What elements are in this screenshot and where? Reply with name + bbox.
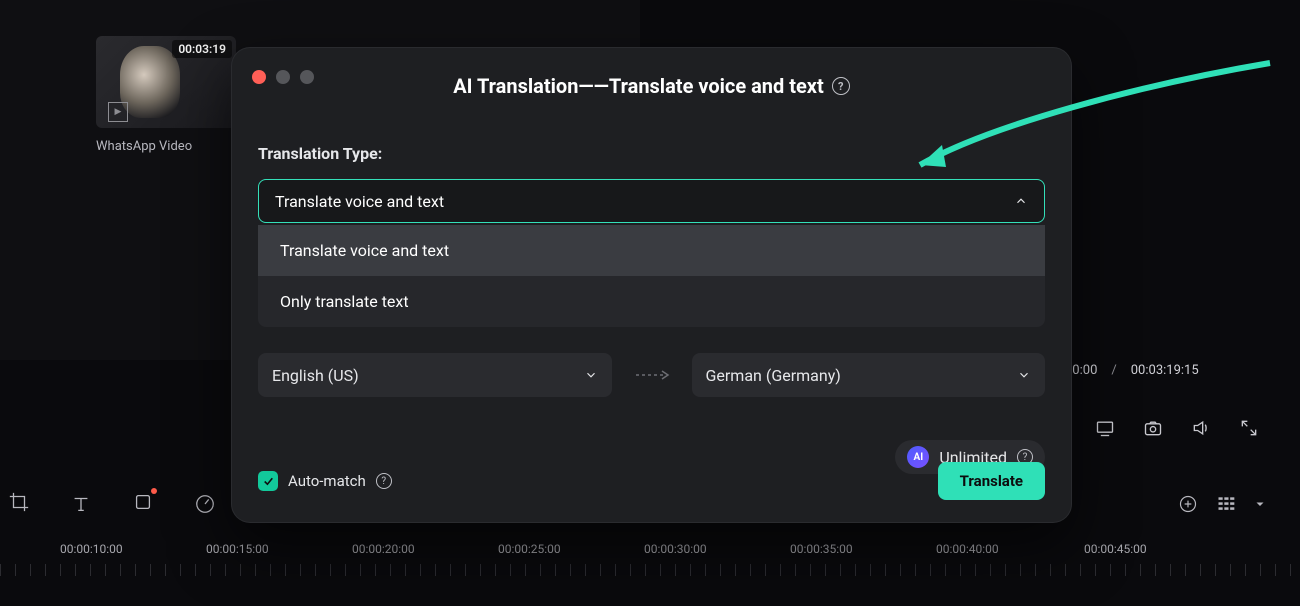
chevron-down-icon[interactable]	[1254, 498, 1266, 510]
timeline-ruler[interactable]: 00:00:10:00 00:00:15:00 00:00:20:00 00:0…	[0, 528, 1300, 568]
ruler-tick: 00:00:35:00	[790, 542, 853, 556]
thumbnail-duration: 00:03:19	[172, 40, 232, 58]
translation-type-select[interactable]: Translate voice and text	[258, 179, 1045, 223]
source-language-select[interactable]: English (US)	[258, 353, 612, 397]
help-icon[interactable]: ?	[376, 473, 392, 489]
clip-type-icon: ▶	[108, 102, 128, 122]
ruler-tick: 00:00:10:00	[60, 542, 123, 556]
source-language-value: English (US)	[272, 366, 359, 385]
screen-icon[interactable]	[1095, 418, 1115, 438]
text-tool[interactable]	[70, 493, 92, 515]
crop-tool[interactable]	[8, 491, 30, 517]
chevron-down-icon	[584, 368, 598, 382]
chevron-up-icon	[1014, 194, 1028, 208]
translation-type-label: Translation Type:	[258, 144, 1045, 163]
add-track-button[interactable]	[1178, 494, 1198, 514]
dropdown-option[interactable]: Only translate text	[258, 276, 1045, 327]
ai-translation-modal: AI Translation——Translate voice and text…	[232, 48, 1071, 522]
chevron-down-icon	[1017, 368, 1031, 382]
fullscreen-icon[interactable]	[1239, 418, 1259, 438]
time-separator: /	[1111, 363, 1116, 378]
modal-title: AI Translation——Translate voice and text	[453, 74, 824, 98]
player-bar: 00:00 / 00:03:19:15	[1065, 363, 1290, 433]
ruler-tick: 00:00:45:00	[1084, 542, 1147, 556]
ruler-ticks	[0, 564, 1300, 576]
checkbox-checked-icon[interactable]	[258, 471, 278, 491]
window-controls[interactable]	[252, 70, 314, 84]
thumbnail-preview	[120, 46, 180, 118]
direction-arrow-icon	[634, 370, 670, 380]
target-language-select[interactable]: German (Germany)	[692, 353, 1046, 397]
translation-type-dropdown: Translate voice and text Only translate …	[258, 225, 1045, 327]
volume-icon[interactable]	[1191, 418, 1211, 438]
translate-button[interactable]: Translate	[938, 462, 1045, 500]
ruler-tick: 00:00:30:00	[644, 542, 707, 556]
dropdown-option[interactable]: Translate voice and text	[258, 225, 1045, 276]
shape-tool[interactable]	[132, 491, 154, 517]
help-icon[interactable]: ?	[832, 77, 850, 95]
thumbnail-label: WhatsApp Video	[96, 139, 192, 154]
camera-icon[interactable]	[1143, 418, 1163, 438]
timeline[interactable]: 00:00:10:00 00:00:15:00 00:00:20:00 00:0…	[0, 528, 1300, 606]
track-list-icon[interactable]	[1216, 494, 1236, 514]
ruler-tick: 00:00:40:00	[936, 542, 999, 556]
ruler-tick: 00:00:20:00	[352, 542, 415, 556]
close-icon[interactable]	[252, 70, 266, 84]
minimize-icon[interactable]	[276, 70, 290, 84]
target-language-value: German (Germany)	[706, 366, 841, 385]
record-indicator	[151, 488, 157, 494]
maximize-icon[interactable]	[300, 70, 314, 84]
speed-tool[interactable]	[194, 493, 216, 515]
auto-match-toggle[interactable]: Auto-match ?	[258, 471, 392, 491]
auto-match-label: Auto-match	[288, 472, 366, 490]
ruler-tick: 00:00:15:00	[206, 542, 269, 556]
translation-type-value: Translate voice and text	[275, 192, 444, 211]
ruler-tick: 00:00:25:00	[498, 542, 561, 556]
player-total-time: 00:03:19:15	[1131, 363, 1199, 378]
